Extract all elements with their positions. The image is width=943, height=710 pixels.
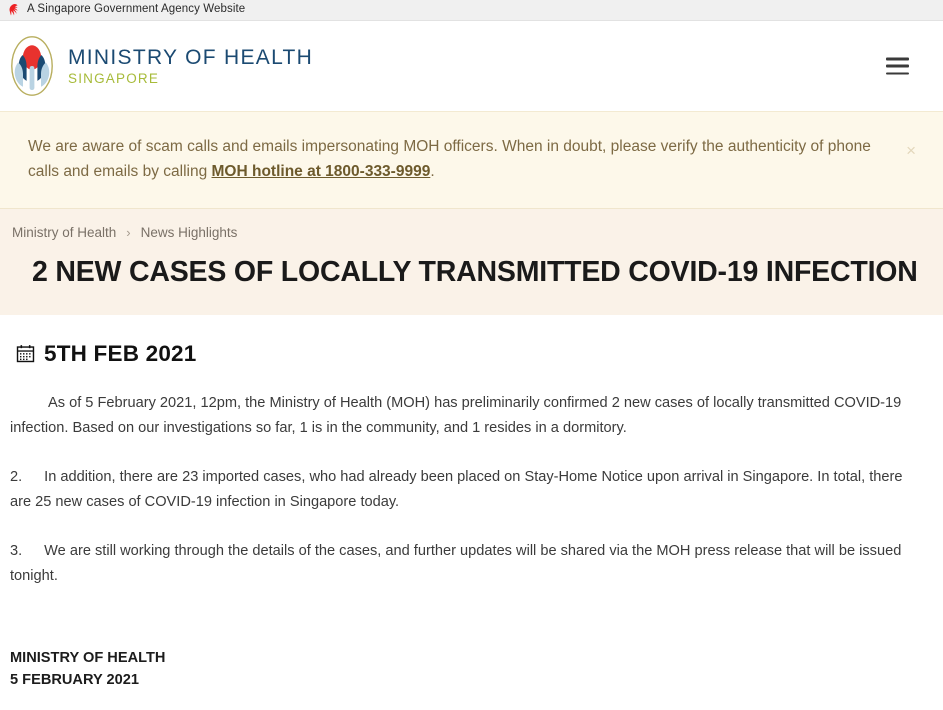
hamburger-line-2 bbox=[886, 64, 909, 68]
moh-hotline-link[interactable]: MOH hotline at 1800-333-9999 bbox=[212, 163, 431, 180]
government-agency-label: A Singapore Government Agency Website bbox=[27, 3, 246, 16]
page-hero: Ministry of Health › News Highlights 2 N… bbox=[0, 209, 943, 315]
article-paragraph-3: 3. We are still working through the detai… bbox=[10, 539, 927, 589]
article-paragraph-2-text: In addition, there are 23 imported cases… bbox=[10, 468, 903, 510]
hamburger-line-1 bbox=[886, 57, 909, 60]
signoff-date: 5 FEBRUARY 2021 bbox=[10, 671, 139, 688]
article-body: 5TH FEB 2021 As of 5 February 2021, 12pm… bbox=[0, 314, 943, 691]
breadcrumb-item-ministry-of-health[interactable]: Ministry of Health bbox=[12, 225, 116, 240]
hamburger-line-3 bbox=[886, 72, 909, 75]
page-title: 2 NEW CASES OF LOCALLY TRANSMITTED COVID… bbox=[32, 256, 918, 288]
government-agency-bar: A Singapore Government Agency Website bbox=[0, 0, 943, 21]
hamburger-menu-icon[interactable] bbox=[886, 57, 909, 75]
article-paragraph-3-number: 3. bbox=[10, 542, 23, 559]
close-icon[interactable]: × bbox=[901, 140, 921, 161]
scam-alert-text-tail: . bbox=[430, 163, 435, 180]
article-date-heading: 5TH FEB 2021 bbox=[16, 341, 927, 367]
breadcrumb-item-news-highlights[interactable]: News Highlights bbox=[141, 225, 238, 240]
brand-subtitle: SINGAPORE bbox=[68, 70, 160, 86]
article-paragraph-1: As of 5 February 2021, 12pm, the Ministr… bbox=[10, 391, 927, 441]
article-date: 5TH FEB 2021 bbox=[44, 340, 197, 366]
moh-lotus-logo bbox=[11, 36, 53, 96]
breadcrumb: Ministry of Health › News Highlights bbox=[10, 225, 925, 240]
singapore-lion-icon bbox=[9, 4, 18, 16]
article-signoff: MINISTRY OF HEALTH 5 FEBRUARY 2021 bbox=[10, 647, 927, 691]
brand-title: MINISTRY OF HEALTH bbox=[68, 45, 314, 69]
chevron-right-icon: › bbox=[126, 225, 131, 240]
article-paragraph-2-number: 2. bbox=[10, 468, 23, 485]
scam-alert-banner: We are aware of scam calls and emails im… bbox=[0, 111, 943, 209]
article-paragraph-2: 2. In addition, there are 23 imported cas… bbox=[10, 465, 927, 515]
calendar-icon bbox=[16, 345, 35, 363]
brand-lockup[interactable]: MINISTRY OF HEALTH SINGAPORE bbox=[10, 35, 313, 97]
scam-alert-text-lead: We are aware of scam calls and emails im… bbox=[28, 138, 871, 180]
article-paragraph-1-text: As of 5 February 2021, 12pm, the Ministr… bbox=[10, 394, 902, 436]
site-masthead: MINISTRY OF HEALTH SINGAPORE bbox=[0, 21, 943, 111]
article-paragraph-3-text: We are still working through the details… bbox=[10, 542, 902, 584]
scam-alert-text: We are aware of scam calls and emails im… bbox=[28, 134, 883, 184]
signoff-organisation: MINISTRY OF HEALTH bbox=[10, 649, 166, 666]
